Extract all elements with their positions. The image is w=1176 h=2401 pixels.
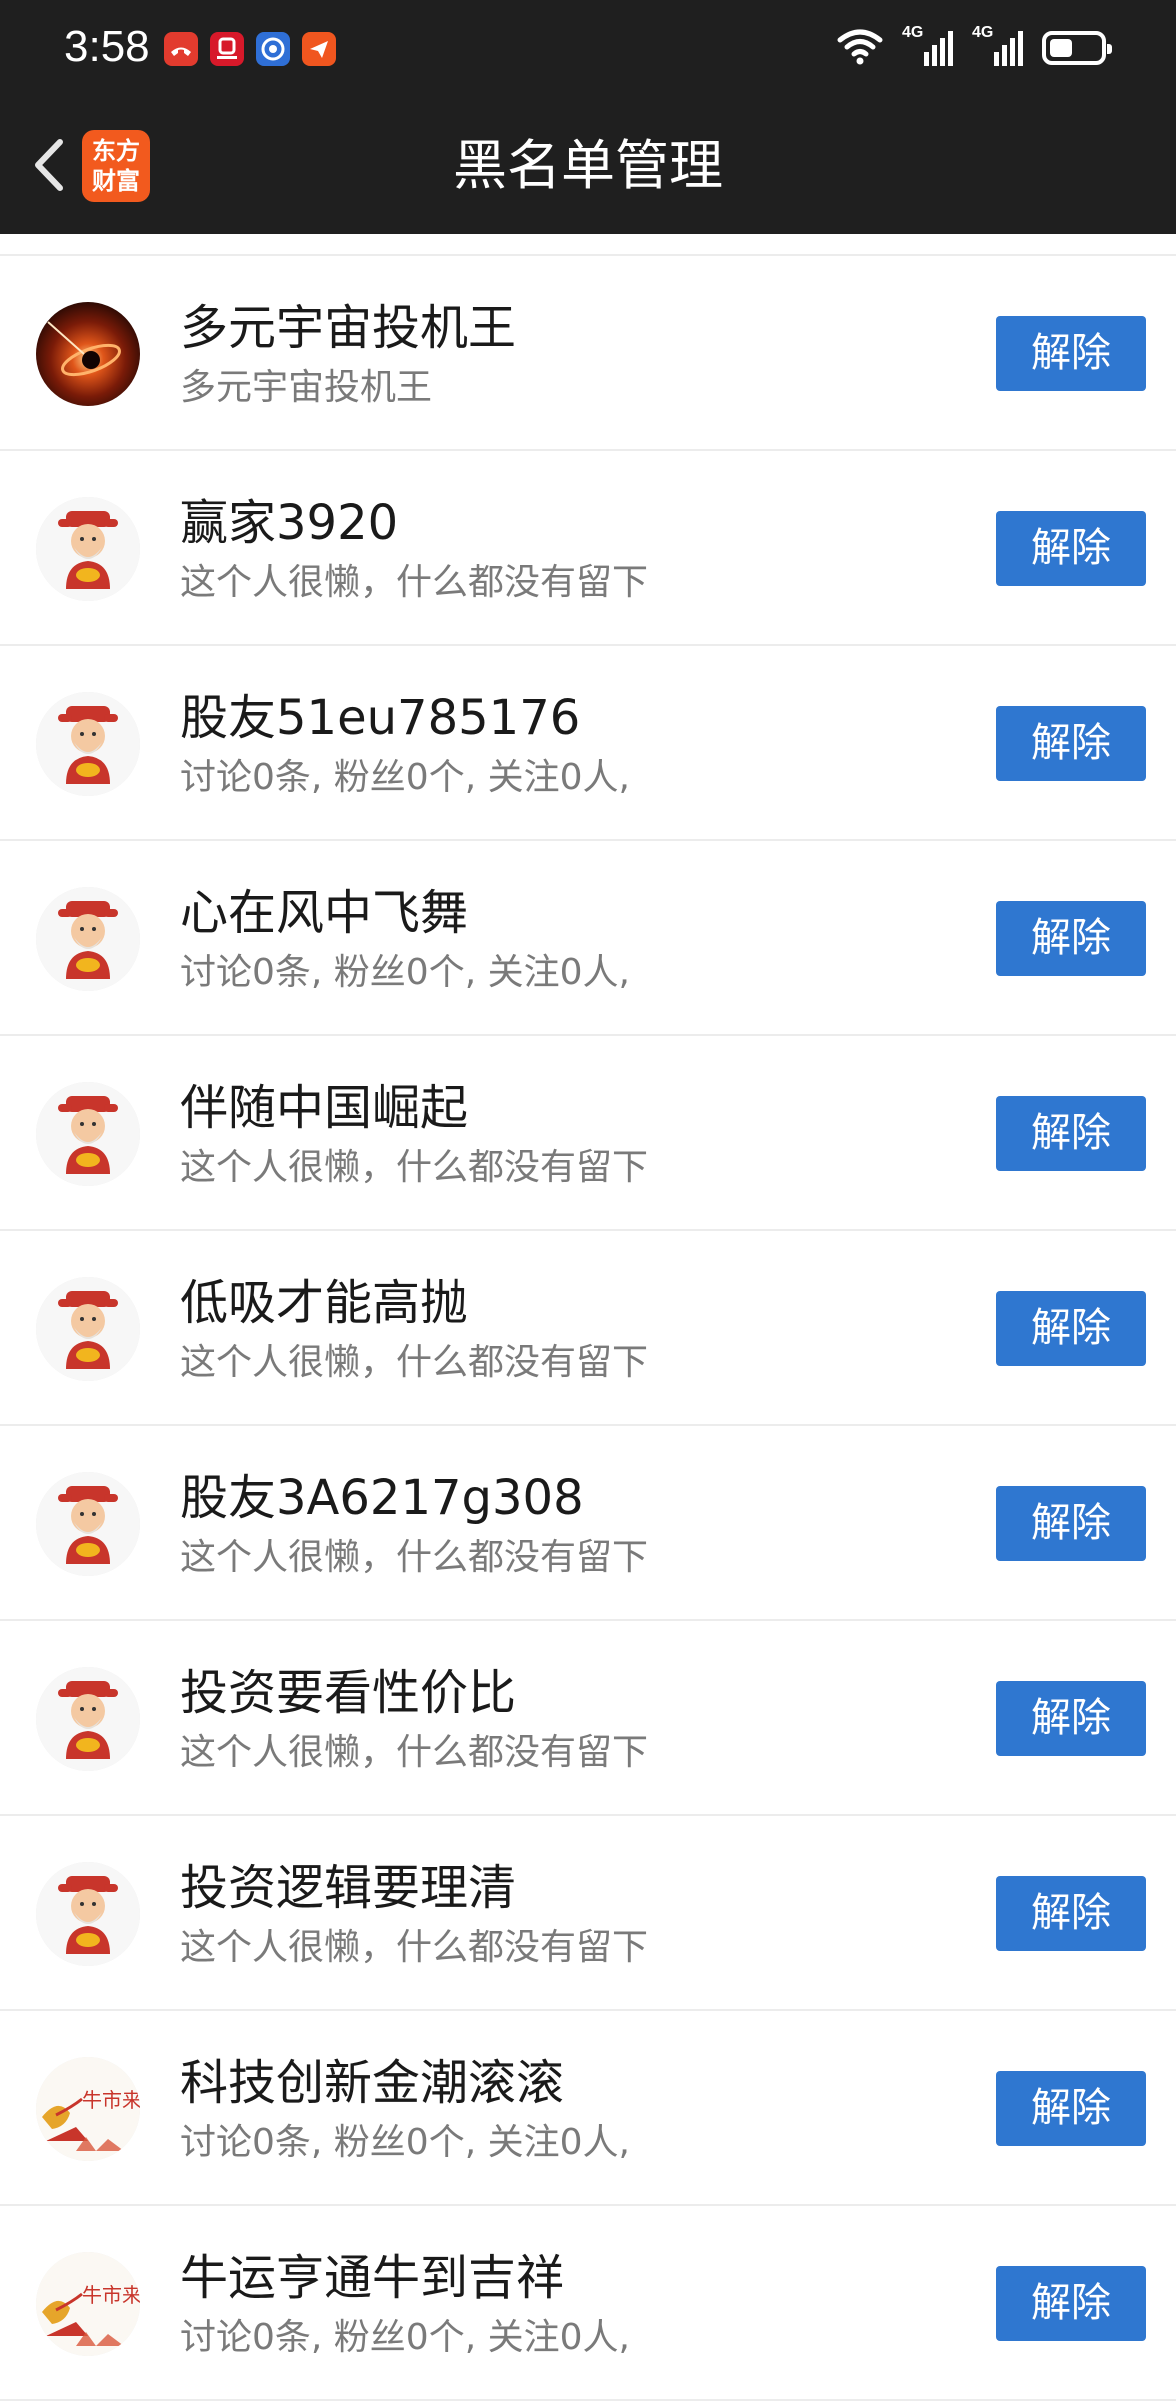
unblock-button[interactable]: 解除 <box>996 2071 1146 2146</box>
user-subtitle: 多元宇宙投机王 <box>180 367 433 408</box>
blacklist-row: 牛市来 牛运亨通牛到吉祥 讨论0条, 粉丝0个, 关注0人, 解除 <box>0 2206 1176 2401</box>
list-top-divider <box>0 234 1176 256</box>
network-type-2: 4G <box>972 24 994 41</box>
fortune-god-avatar[interactable] <box>36 1862 140 1966</box>
unblock-button[interactable]: 解除 <box>996 511 1146 586</box>
user-subtitle: 这个人很懒，什么都没有留下 <box>180 1342 649 1383</box>
fortune-god-avatar[interactable] <box>36 1667 140 1771</box>
user-name: 伴随中国崛起 <box>180 1080 469 1136</box>
user-subtitle: 这个人很懒，什么都没有留下 <box>180 1147 649 1188</box>
browser-app-icon <box>256 32 290 66</box>
user-name: 科技创新金潮滚滚 <box>180 2055 565 2111</box>
unblock-button[interactable]: 解除 <box>996 1291 1146 1366</box>
blacklist-row: 伴随中国崛起 这个人很懒，什么都没有留下 解除 <box>0 1036 1176 1231</box>
blacklist-row: 赢家3920 这个人很懒，什么都没有留下 解除 <box>0 451 1176 646</box>
page-title: 黑名单管理 <box>453 134 723 197</box>
user-subtitle: 讨论0条, 粉丝0个, 关注0人, <box>180 2122 630 2163</box>
blacklist-row: 低吸才能高抛 这个人很懒，什么都没有留下 解除 <box>0 1231 1176 1426</box>
unblock-button[interactable]: 解除 <box>996 1681 1146 1756</box>
missed-call-icon <box>164 32 198 66</box>
user-name: 股友51eu785176 <box>180 690 581 746</box>
unblock-button[interactable]: 解除 <box>996 901 1146 976</box>
user-name: 投资要看性价比 <box>180 1665 517 1721</box>
fortune-god-avatar[interactable] <box>36 497 140 601</box>
user-subtitle: 这个人很懒，什么都没有留下 <box>180 562 649 603</box>
unblock-button[interactable]: 解除 <box>996 706 1146 781</box>
cellular-signal-icon-1: 4G <box>902 24 954 68</box>
user-name: 投资逻辑要理清 <box>180 1860 517 1916</box>
unblock-button[interactable]: 解除 <box>996 1096 1146 1171</box>
unblock-button[interactable]: 解除 <box>996 1486 1146 1561</box>
network-type-1: 4G <box>902 24 924 41</box>
blacklist-row: 投资逻辑要理清 这个人很懒，什么都没有留下 解除 <box>0 1816 1176 2011</box>
user-subtitle: 讨论0条, 粉丝0个, 关注0人, <box>180 2317 630 2358</box>
status-time: 3:58 <box>64 22 150 71</box>
user-subtitle: 讨论0条, 粉丝0个, 关注0人, <box>180 757 630 798</box>
messenger-app-icon <box>302 32 336 66</box>
fortune-god-avatar[interactable] <box>36 1082 140 1186</box>
user-subtitle: 这个人很懒，什么都没有留下 <box>180 1732 649 1773</box>
user-name: 牛运亨通牛到吉祥 <box>180 2250 565 2306</box>
user-name: 低吸才能高抛 <box>180 1275 469 1331</box>
user-subtitle: 讨论0条, 粉丝0个, 关注0人, <box>180 952 630 993</box>
wifi-icon <box>836 26 884 70</box>
blacklist-row: 牛市来 科技创新金潮滚滚 讨论0条, 粉丝0个, 关注0人, 解除 <box>0 2011 1176 2206</box>
fortune-god-avatar[interactable] <box>36 887 140 991</box>
status-icons: 4G 4G <box>836 24 1112 70</box>
blacklist-row: 股友3A6217g308 这个人很懒，什么都没有留下 解除 <box>0 1426 1176 1621</box>
blacklist-row: 多元宇宙投机王 多元宇宙投机王 解除 <box>0 256 1176 451</box>
battery-icon <box>1042 31 1112 65</box>
svg-text:牛市来: 牛市来 <box>82 2283 140 2307</box>
fortune-god-avatar[interactable] <box>36 1472 140 1576</box>
securities-app-icon <box>210 32 244 66</box>
blacklist: 多元宇宙投机王 多元宇宙投机王 解除 赢家3920 这个人很懒，什么都没有留下 … <box>0 234 1176 2401</box>
unblock-button[interactable]: 解除 <box>996 2266 1146 2341</box>
nav-bar: 东方 财富 黑名单管理 <box>0 100 1176 234</box>
user-name: 股友3A6217g308 <box>180 1470 584 1526</box>
blacklist-row: 心在风中飞舞 讨论0条, 粉丝0个, 关注0人, 解除 <box>0 841 1176 1036</box>
user-subtitle: 这个人很懒，什么都没有留下 <box>180 1927 649 1968</box>
user-subtitle: 这个人很懒，什么都没有留下 <box>180 1537 649 1578</box>
bull-market-avatar[interactable]: 牛市来 <box>36 2057 140 2161</box>
fortune-god-avatar[interactable] <box>36 1277 140 1381</box>
cellular-signal-icon-2: 4G <box>972 24 1024 68</box>
galaxy-avatar[interactable] <box>36 302 140 406</box>
user-name: 心在风中飞舞 <box>180 885 469 941</box>
status-bar: 3:58 4G 4G <box>0 0 1176 100</box>
battery-level <box>1050 39 1072 57</box>
user-name: 赢家3920 <box>180 495 399 551</box>
svg-text:牛市来: 牛市来 <box>82 2088 140 2112</box>
user-name: 多元宇宙投机王 <box>180 300 517 356</box>
unblock-button[interactable]: 解除 <box>996 316 1146 391</box>
blacklist-row: 投资要看性价比 这个人很懒，什么都没有留下 解除 <box>0 1621 1176 1816</box>
fortune-god-avatar[interactable] <box>36 692 140 796</box>
blacklist-row: 股友51eu785176 讨论0条, 粉丝0个, 关注0人, 解除 <box>0 646 1176 841</box>
unblock-button[interactable]: 解除 <box>996 1876 1146 1951</box>
bull-market-avatar[interactable]: 牛市来 <box>36 2252 140 2356</box>
